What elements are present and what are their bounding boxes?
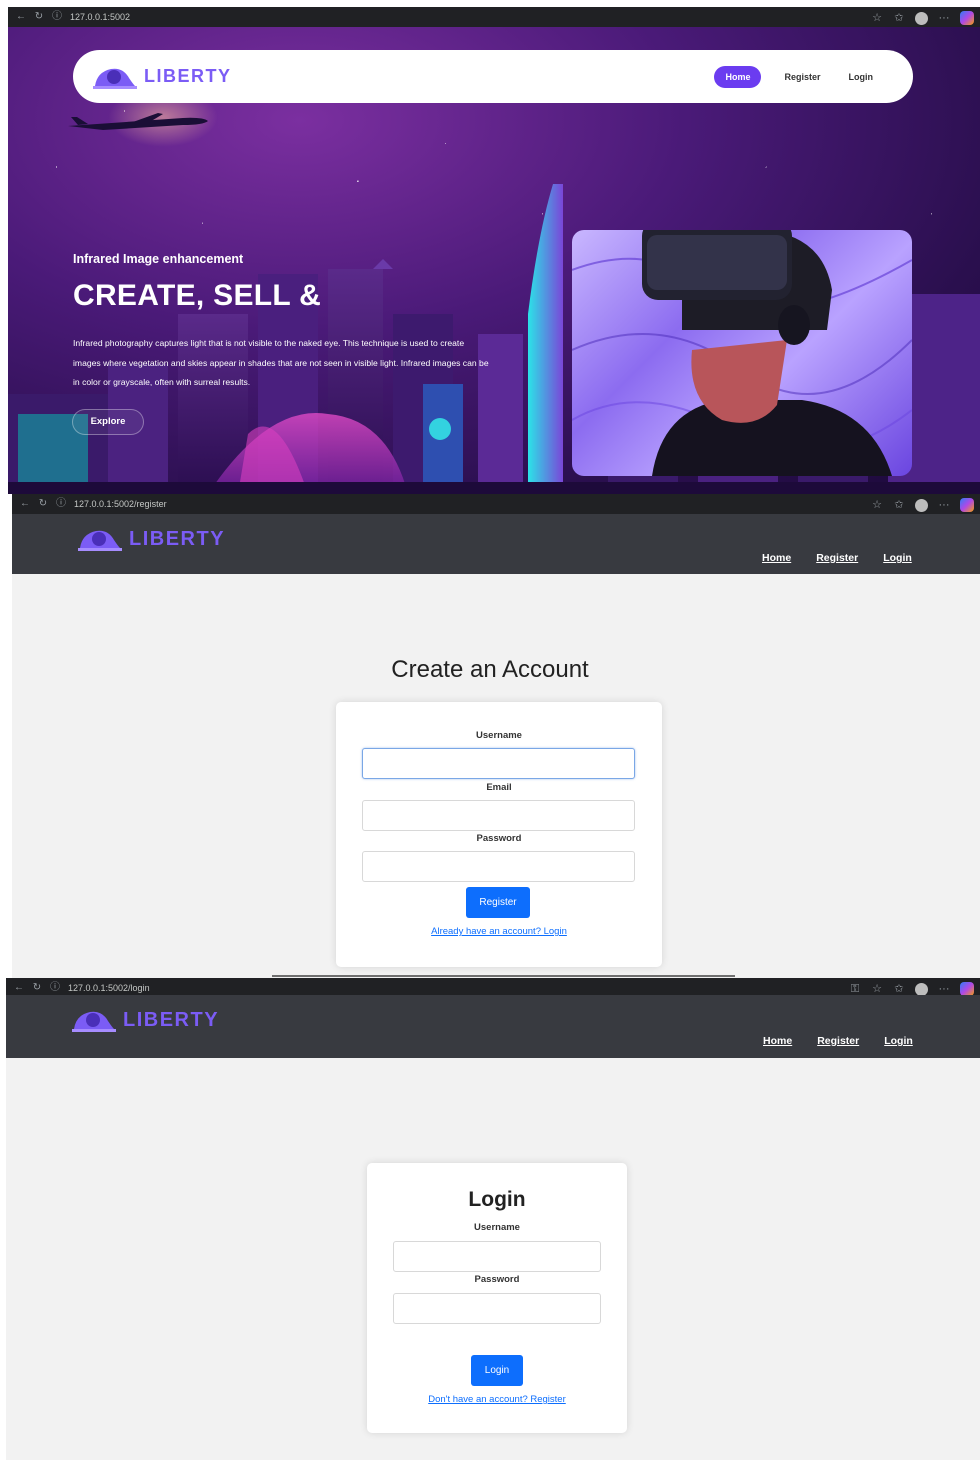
app-navbar: LIBERTY Home Register Login (6, 995, 980, 1058)
brand-logo[interactable]: LIBERTY (93, 64, 232, 90)
browser-toolbar: ← ↻ ⓘ 127.0.0.1:5002 ☆ ✩ ··· (8, 7, 980, 27)
nav-home-link[interactable]: Home (762, 552, 791, 564)
login-form: Login Username Password Login Don't have… (367, 1163, 627, 1433)
site-info-icon[interactable]: ⓘ (56, 499, 66, 509)
back-icon[interactable]: ← (16, 12, 26, 22)
more-icon[interactable]: ··· (938, 983, 950, 995)
password-input[interactable] (362, 851, 635, 882)
password-label: Password (476, 833, 522, 844)
favorites-icon[interactable]: ✩ (893, 983, 905, 995)
nav-register-link[interactable]: Register (817, 1035, 859, 1047)
browser-actions: ⚿ ☆ ✩ ··· (849, 982, 974, 996)
profile-avatar[interactable] (915, 982, 928, 996)
username-input[interactable] (393, 1241, 601, 1272)
star-icon[interactable]: ☆ (871, 12, 883, 24)
username-input[interactable] (362, 748, 635, 779)
email-label: Email (486, 782, 512, 793)
hero-title: CREATE, SELL & (73, 279, 322, 312)
browser-toolbar: ← ↻ ⓘ 127.0.0.1:5002/register ☆ ✩ ··· (12, 494, 980, 514)
brand-name: LIBERTY (144, 66, 232, 86)
reload-icon[interactable]: ↻ (38, 499, 48, 509)
brand-logo[interactable]: LIBERTY (78, 526, 225, 552)
copilot-icon[interactable] (960, 11, 974, 25)
liberty-logo-icon (78, 530, 122, 551)
landing-screenshot: ← ↻ ⓘ 127.0.0.1:5002 ☆ ✩ ··· LIBERTY Hom… (0, 0, 980, 494)
address-bar[interactable]: 127.0.0.1:5002/register (74, 499, 167, 509)
brand-name: LIBERTY (129, 527, 226, 550)
hero-description: Infrared photography captures light that… (73, 338, 489, 387)
browser-actions: ☆ ✩ ··· (871, 11, 974, 25)
username-label: Username (474, 1222, 520, 1233)
password-label: Password (474, 1274, 520, 1285)
back-icon[interactable]: ← (14, 983, 24, 993)
app-navbar: LIBERTY Home Register Login (12, 514, 980, 574)
site-info-icon[interactable]: ⓘ (52, 12, 62, 22)
liberty-logo-icon (72, 1011, 116, 1032)
nav-login-link[interactable]: Login (883, 552, 912, 564)
brand-logo[interactable]: LIBERTY (72, 1007, 219, 1033)
nav-register-link[interactable]: Register (779, 66, 825, 88)
nav-register-link[interactable]: Register (816, 552, 858, 564)
email-input[interactable] (362, 800, 635, 831)
site-info-icon[interactable]: ⓘ (50, 983, 60, 993)
nav-home-link[interactable]: Home (714, 66, 762, 88)
address-bar[interactable]: 127.0.0.1:5002/login (68, 983, 150, 993)
page-title: Create an Account (391, 656, 589, 683)
nav-login-link[interactable]: Login (844, 66, 879, 88)
address-bar[interactable]: 127.0.0.1:5002 (70, 12, 130, 22)
browser-actions: ☆ ✩ ··· (871, 498, 974, 512)
profile-avatar[interactable] (915, 498, 928, 512)
login-link[interactable]: Already have an account? Login (336, 926, 662, 937)
favorites-icon[interactable]: ✩ (893, 499, 905, 511)
airplane-icon (68, 113, 208, 130)
brand-name: LIBERTY (123, 1008, 220, 1031)
app-nav-links: Home Register Login (763, 1035, 913, 1047)
login-button[interactable]: Login (471, 1355, 523, 1386)
copilot-icon[interactable] (960, 498, 974, 512)
back-icon[interactable]: ← (20, 499, 30, 509)
app-nav-links: Home Register Login (762, 552, 912, 564)
star-icon[interactable]: ☆ (871, 983, 883, 995)
register-button[interactable]: Register (466, 887, 530, 918)
more-icon[interactable]: ··· (938, 499, 950, 511)
reload-icon[interactable]: ↻ (32, 983, 42, 993)
hero-navbar: LIBERTY Home Register Login (73, 50, 913, 103)
register-form: Username Email Password Register Already… (336, 702, 662, 967)
login-screenshot: ← ↻ ⓘ 127.0.0.1:5002/login ⚿ ☆ ✩ ··· LIB… (0, 978, 980, 1460)
favorites-icon[interactable]: ✩ (893, 12, 905, 24)
star-icon[interactable]: ☆ (871, 499, 883, 511)
nav-login-link[interactable]: Login (884, 1035, 913, 1047)
register-link[interactable]: Don't have an account? Register (367, 1394, 627, 1405)
liberty-logo-icon (93, 68, 137, 89)
password-input[interactable] (393, 1293, 601, 1324)
hero-nav-links: Home Register Login (714, 66, 878, 88)
register-screenshot: ← ↻ ⓘ 127.0.0.1:5002/register ☆ ✩ ··· LI… (0, 494, 980, 980)
explore-button[interactable]: Explore (72, 409, 144, 435)
profile-avatar[interactable] (915, 11, 928, 25)
copilot-icon[interactable] (960, 982, 974, 996)
more-icon[interactable]: ··· (938, 12, 950, 24)
hero-section: LIBERTY Home Register Login Infrared Ima… (8, 27, 980, 494)
screenshot-divider (272, 975, 735, 977)
vr-hero-image (572, 230, 912, 476)
vr-person-illustration (572, 230, 912, 476)
reload-icon[interactable]: ↻ (34, 12, 44, 22)
username-label: Username (476, 730, 522, 741)
nav-home-link[interactable]: Home (763, 1035, 792, 1047)
page-title: Login (468, 1188, 526, 1211)
hero-kicker: Infrared Image enhancement (73, 252, 244, 266)
key-icon[interactable]: ⚿ (849, 983, 861, 995)
